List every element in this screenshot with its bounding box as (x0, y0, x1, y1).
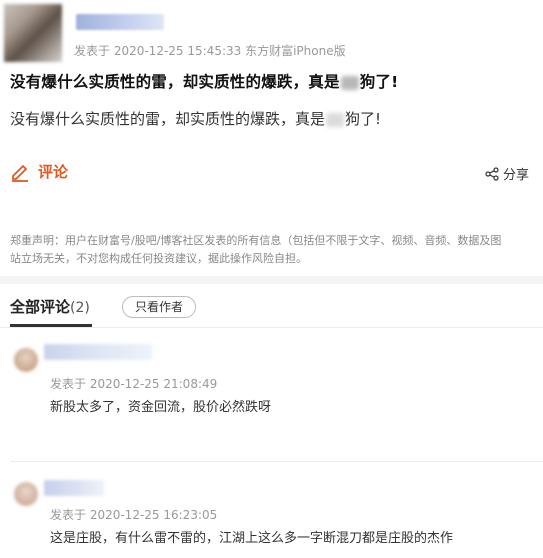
comment-text: 这是庄股，有什么雷不雷的，江湖上这么多一字断混刀都是庄股的杰作 (50, 531, 454, 546)
author-avatar[interactable] (4, 4, 62, 62)
comment-count: (2) (70, 300, 90, 316)
post-meta: 发表于 2020-12-25 15:45:33 东方财富iPhone版 (74, 44, 346, 58)
author-name-redacted[interactable] (76, 14, 164, 30)
commenter-name-redacted[interactable] (44, 344, 152, 360)
active-tab-indicator (10, 324, 92, 327)
post-title-text-1: 没有爆什么实质性的雷，却实质性的爆跌，真是 (10, 73, 340, 91)
tab-all-label: 全部评论 (10, 298, 71, 316)
redacted-word (340, 75, 359, 90)
tab-all-comments[interactable]: 全部评论(2) (10, 296, 90, 317)
redacted-word (326, 112, 345, 127)
author-only-button[interactable]: 只看作者 (122, 296, 197, 318)
commenter-avatar[interactable] (14, 348, 38, 372)
disclaimer-line-2: 站立场无关，不对您构成任何投资建议，据此操作风险自担。 (10, 252, 307, 265)
comment-meta: 发表于 2020-12-25 21:08:49 (50, 377, 218, 391)
comment-divider (10, 461, 543, 462)
comments-tabs: 全部评论(2) 只看作者 (0, 284, 543, 328)
post-title: 没有爆什么实质性的雷，却实质性的爆跌，真是 狗了! (10, 70, 398, 92)
comment-label: 评论 (38, 163, 69, 181)
post-body-text-2: 狗了! (345, 110, 382, 128)
comment-button[interactable]: 评论 (10, 161, 68, 182)
post-header: 发表于 2020-12-25 15:45:33 东方财富iPhone版 (0, 0, 543, 62)
post-body: 没有爆什么实质性的雷，却实质性的爆跌，真是 狗了! (10, 108, 381, 129)
post-body-text-1: 没有爆什么实质性的雷，却实质性的爆跌，真是 (10, 110, 326, 128)
commenter-name-redacted[interactable] (44, 480, 104, 496)
disclaimer-line-1: 郑重声明：用户在财富号/股吧/博客社区发表的所有信息（包括但不限于文字、视频、音… (10, 234, 502, 247)
share-label: 分享 (502, 168, 529, 183)
comment-text: 新股太多了，资金回流，股价必然跌呀 (50, 400, 272, 415)
comment-meta: 发表于 2020-12-25 16:23:05 (50, 508, 218, 522)
share-button[interactable]: 分享 (485, 164, 529, 183)
commenter-avatar[interactable] (14, 482, 38, 506)
disclaimer: 郑重声明：用户在财富号/股吧/博客社区发表的所有信息（包括但不限于文字、视频、音… (10, 232, 543, 268)
share-icon (485, 166, 499, 181)
post-title-text-2: 狗了! (359, 73, 399, 91)
pencil-icon (12, 164, 28, 182)
section-divider (0, 276, 543, 284)
